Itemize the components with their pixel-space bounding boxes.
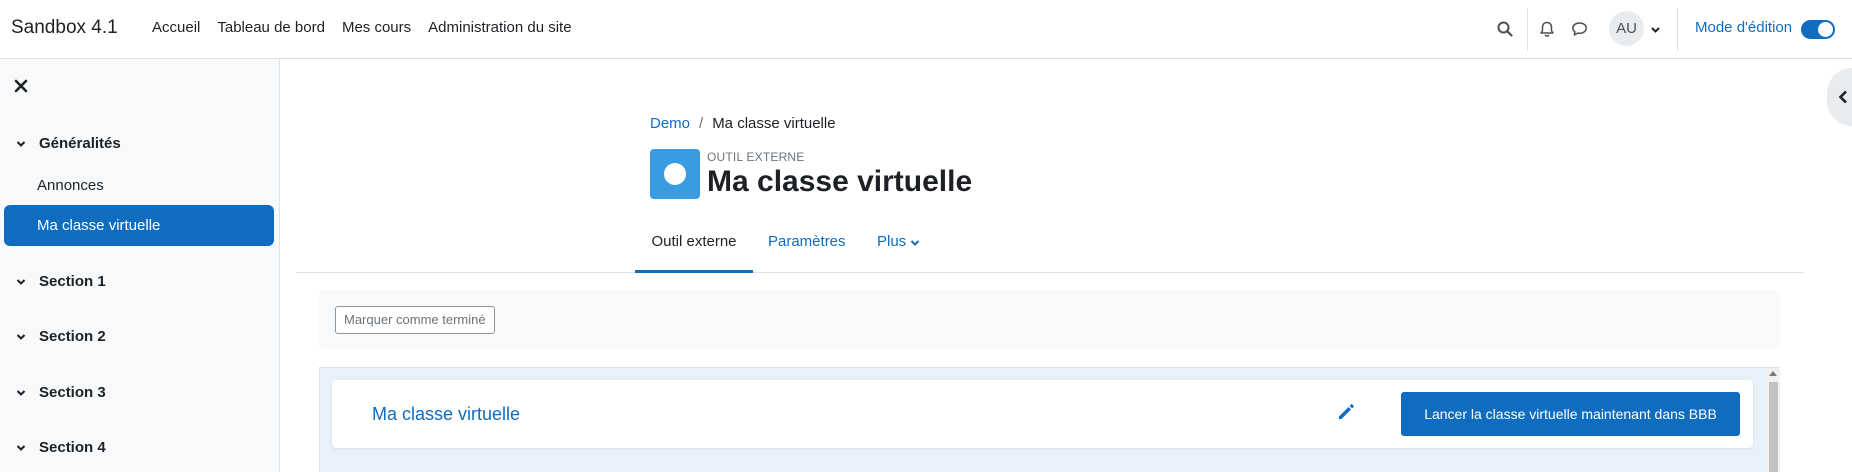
close-icon[interactable]: [14, 79, 28, 93]
bbb-room-card: Ma classe virtuelle Lancer la classe vir…: [332, 380, 1753, 448]
section-label: Section 1: [39, 273, 106, 290]
section-label: Généralités: [39, 135, 121, 152]
page-title: Ma classe virtuelle: [707, 165, 973, 198]
nav-link-my-courses[interactable]: Mes cours: [342, 19, 411, 36]
mark-as-done-button[interactable]: Marquer comme terminé: [335, 306, 495, 334]
section-2[interactable]: Section 2: [16, 328, 106, 345]
edit-mode-toggle[interactable]: [1801, 20, 1835, 39]
section-4[interactable]: Section 4: [16, 439, 106, 456]
bbb-room-title: Ma classe virtuelle: [372, 404, 521, 424]
chevron-left-icon: [1838, 90, 1847, 104]
user-avatar[interactable]: AU: [1609, 11, 1644, 46]
breadcrumb: Demo / Ma classe virtuelle: [650, 115, 836, 132]
section-1[interactable]: Section 1: [16, 273, 106, 290]
tab-outil-externe[interactable]: Outil externe: [635, 221, 753, 273]
breadcrumb-link-demo[interactable]: Demo: [650, 115, 690, 132]
avatar-initials: AU: [1616, 20, 1637, 37]
section-label: Section 3: [39, 384, 106, 401]
section-generalites[interactable]: Généralités: [16, 135, 121, 152]
pencil-icon[interactable]: [1336, 402, 1356, 427]
course-index-sidebar: Généralités Annonces Ma classe virtuelle…: [0, 59, 280, 472]
sidebar-item-label: Ma classe virtuelle: [37, 217, 161, 234]
section-3[interactable]: Section 3: [16, 384, 106, 401]
bbb-embedded-panel: Ma classe virtuelle Lancer la classe vir…: [319, 367, 1780, 472]
site-brand[interactable]: Sandbox 4.1: [11, 17, 118, 39]
secondary-navigation: Outil externe Paramètres Plus: [296, 221, 1804, 273]
scroll-up-arrow[interactable]: [1769, 371, 1777, 376]
breadcrumb-current: Ma classe virtuelle: [712, 115, 836, 132]
search-icon[interactable]: [1494, 18, 1516, 40]
section-label: Section 4: [39, 439, 106, 456]
tab-parametres[interactable]: Paramètres: [768, 221, 846, 273]
navbar-divider: [1527, 8, 1528, 51]
chevron-down-icon: [910, 240, 920, 246]
nav-link-home[interactable]: Accueil: [152, 19, 200, 36]
sidebar-item-ma-classe-virtuelle[interactable]: Ma classe virtuelle: [4, 205, 274, 246]
tab-plus[interactable]: Plus: [877, 221, 920, 273]
open-block-drawer-button[interactable]: [1827, 68, 1852, 126]
tab-label: Outil externe: [651, 233, 737, 250]
edit-mode-label: Mode d'édition: [1695, 19, 1793, 36]
toggle-knob: [1818, 22, 1833, 37]
external-tool-icon: [650, 149, 700, 199]
chevron-down-icon: [16, 278, 26, 285]
navbar-divider: [1677, 8, 1678, 51]
section-label: Section 2: [39, 328, 106, 345]
chevron-down-icon: [16, 333, 26, 340]
chevron-down-icon: [16, 140, 26, 147]
scrollbar-thumb[interactable]: [1769, 382, 1778, 472]
top-navbar: Sandbox 4.1 Accueil Tableau de bord Mes …: [0, 0, 1852, 59]
chat-icon[interactable]: [1568, 18, 1590, 40]
nav-link-dashboard[interactable]: Tableau de bord: [217, 19, 325, 36]
primary-navigation: Accueil Tableau de bord Mes cours Admini…: [152, 19, 572, 36]
bell-icon[interactable]: [1536, 18, 1558, 40]
nav-link-site-admin[interactable]: Administration du site: [428, 19, 571, 36]
launch-bbb-button[interactable]: Lancer la classe virtuelle maintenant da…: [1401, 392, 1740, 436]
activity-completion-box: Marquer comme terminé: [319, 290, 1780, 349]
module-type-label: OUTIL EXTERNE: [707, 150, 805, 164]
external-tool-icon-dot: [664, 163, 686, 185]
chevron-down-icon[interactable]: [1650, 22, 1661, 40]
breadcrumb-separator: /: [699, 115, 704, 132]
tab-label: Plus: [877, 233, 907, 250]
tab-label: Paramètres: [768, 233, 846, 250]
chevron-down-icon: [16, 389, 26, 396]
chevron-down-icon: [16, 444, 26, 451]
panel-scrollbar[interactable]: [1766, 368, 1780, 472]
sidebar-item-annonces[interactable]: Annonces: [37, 177, 104, 194]
